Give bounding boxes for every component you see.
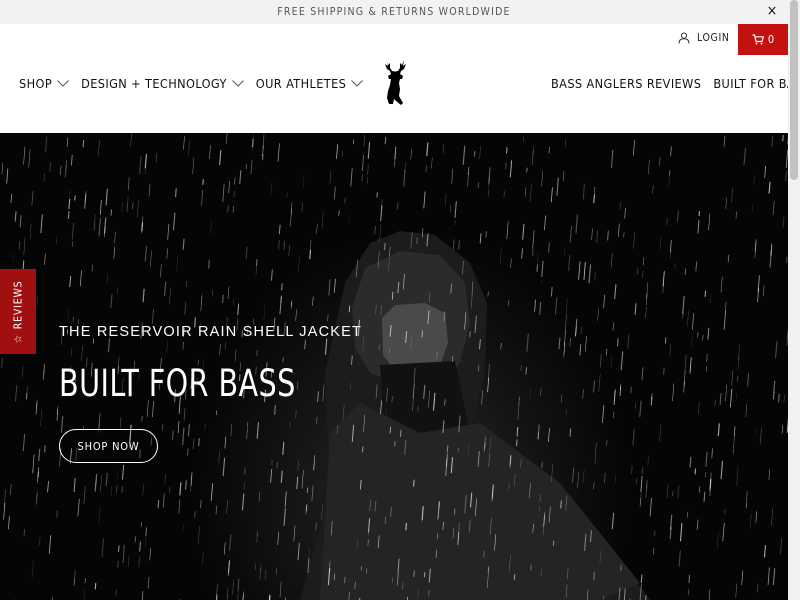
main-nav-right: Bass Anglers Reviews Built For Bass bbox=[551, 76, 800, 91]
deer-head-logo-icon[interactable] bbox=[381, 58, 409, 106]
close-icon[interactable]: × bbox=[764, 3, 780, 19]
shopping-cart-icon bbox=[752, 34, 764, 45]
chevron-down-icon bbox=[231, 80, 244, 87]
login-link[interactable]: Login bbox=[678, 32, 730, 44]
hero-title: Built For Bass bbox=[59, 362, 296, 405]
nav-item-our-athletes[interactable]: Our Athletes bbox=[255, 76, 364, 91]
reviews-tab-label: Reviews bbox=[12, 280, 24, 329]
shop-now-button[interactable]: Shop Now bbox=[59, 429, 158, 463]
announcement-text: Free shipping & returns worldwide bbox=[277, 6, 511, 18]
star-icon: ☆ bbox=[12, 333, 24, 343]
hero-banner[interactable]: The Reservoir Rain Shell Jacket Built Fo… bbox=[0, 133, 788, 600]
announcement-bar: Free shipping & returns worldwide × bbox=[0, 0, 788, 24]
nav-item-label: Bass Anglers Reviews bbox=[551, 76, 702, 91]
nav-item-design-technology[interactable]: Design + Technology bbox=[81, 76, 244, 91]
nav-item-label: Our Athletes bbox=[255, 76, 347, 91]
reviews-tab-content: ☆ Reviews bbox=[12, 280, 24, 343]
nav-item-shop[interactable]: Shop bbox=[19, 76, 69, 91]
scrollbar-thumb[interactable] bbox=[790, 0, 798, 180]
login-label: Login bbox=[697, 32, 730, 44]
nav-item-label: Shop bbox=[19, 76, 53, 91]
nav-item-bass-anglers-reviews[interactable]: Bass Anglers Reviews bbox=[551, 76, 701, 91]
nav-item-built-for-bass[interactable]: Built For Bass bbox=[713, 76, 800, 91]
site-header: Login 0 Shop Design + Technology Our Ath… bbox=[0, 24, 800, 133]
nav-item-label: Built For Bass bbox=[713, 76, 800, 91]
reviews-tab[interactable]: ☆ Reviews bbox=[0, 269, 36, 354]
main-nav-left: Shop Design + Technology Our Athletes bbox=[19, 76, 364, 91]
user-icon bbox=[678, 32, 690, 44]
chevron-down-icon bbox=[57, 80, 69, 87]
nav-item-label: Design + Technology bbox=[81, 76, 227, 91]
chevron-down-icon bbox=[351, 80, 364, 87]
hero-subtitle: The Reservoir Rain Shell Jacket bbox=[59, 324, 363, 340]
cart-count: 0 bbox=[767, 33, 775, 46]
cart-button[interactable]: 0 bbox=[738, 24, 788, 55]
